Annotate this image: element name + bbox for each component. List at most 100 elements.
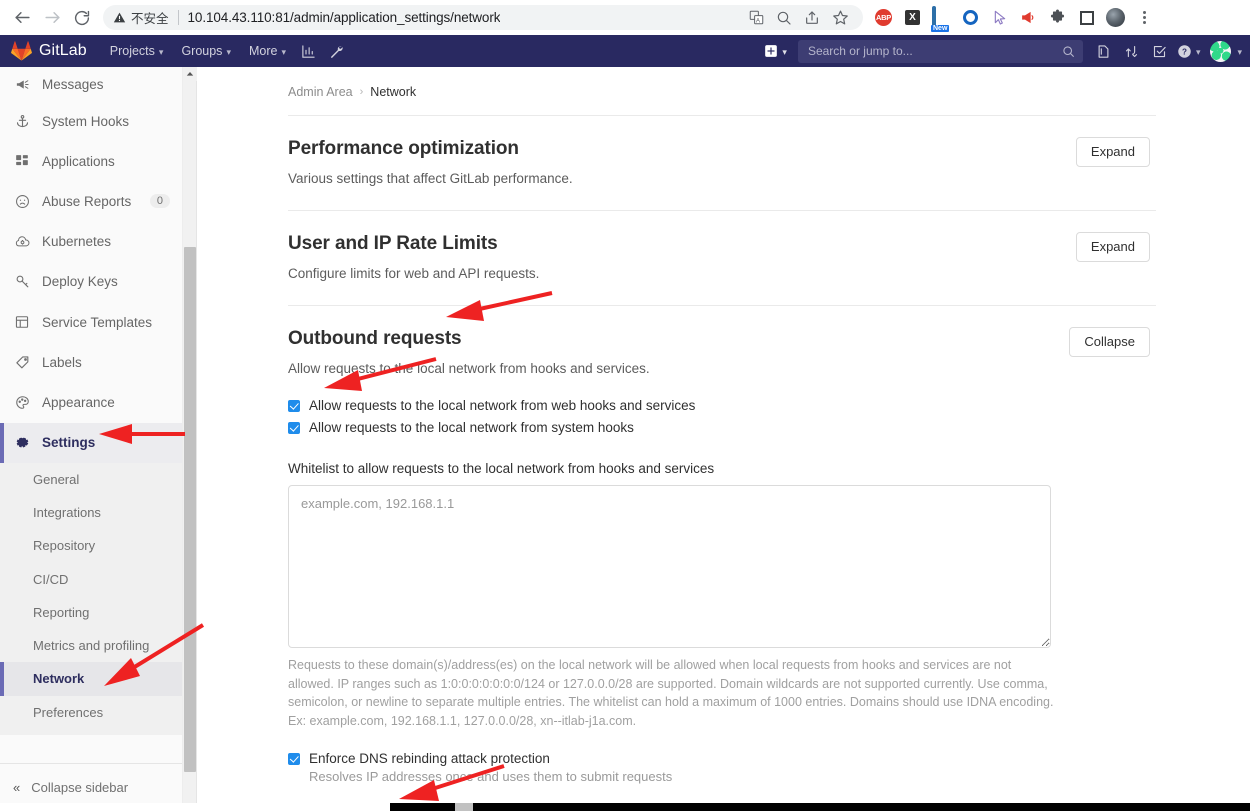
share-icon[interactable] bbox=[799, 5, 825, 31]
search-input[interactable] bbox=[805, 43, 1062, 59]
cursor-extension-icon[interactable] bbox=[985, 3, 1014, 32]
sidepanel-icon[interactable] bbox=[1072, 3, 1101, 32]
section-user-and-ip-rate-limits: User and IP Rate Limits Configure limits… bbox=[288, 211, 1156, 306]
collapse-sidebar-label: Collapse sidebar bbox=[31, 780, 129, 795]
chrome-menu-icon[interactable] bbox=[1130, 3, 1159, 32]
opera-extension-icon[interactable] bbox=[956, 3, 985, 32]
sidebar-item-label: Kubernetes bbox=[42, 234, 112, 250]
forward-arrow-icon[interactable] bbox=[37, 3, 67, 33]
sidebar-subitem-metrics-and-profiling[interactable]: Metrics and profiling bbox=[0, 629, 196, 662]
expand-user-and-ip-rate-limits-button[interactable]: Expand bbox=[1075, 232, 1150, 263]
chevron-down-icon: ▾ bbox=[226, 46, 231, 57]
sidebar-scrollbar[interactable] bbox=[182, 67, 197, 811]
sidebar-item-deploy-keys[interactable]: Deploy Keys bbox=[0, 262, 196, 302]
gitlab-brand-text: GitLab bbox=[39, 42, 87, 59]
translate-icon[interactable]: A bbox=[743, 5, 769, 31]
horizontal-scrollbar-thumb[interactable] bbox=[455, 803, 473, 811]
help-icon[interactable]: ? bbox=[1174, 35, 1196, 67]
sidebar-item-label: Applications bbox=[42, 153, 115, 169]
scroll-up-arrow-icon[interactable] bbox=[183, 67, 197, 81]
x-extension-icon[interactable]: X bbox=[898, 3, 927, 32]
merge-requests-icon[interactable] bbox=[1118, 35, 1146, 67]
user-avatar[interactable] bbox=[1210, 40, 1232, 62]
sidebar-item-applications[interactable]: Applications bbox=[0, 141, 196, 181]
sidebar-item-messages[interactable]: Messages bbox=[0, 67, 196, 101]
sidebar-subitem-general[interactable]: General bbox=[0, 463, 196, 496]
sidebar-item-abuse-reports[interactable]: Abuse Reports 0 bbox=[0, 181, 196, 221]
checkbox-row-dns-rebinding[interactable]: Enforce DNS rebinding attack protection bbox=[288, 749, 1156, 768]
sidebar-item-label: Deploy Keys bbox=[42, 274, 118, 290]
whitelist-textarea[interactable] bbox=[288, 485, 1051, 648]
bookmark-star-icon[interactable] bbox=[827, 5, 853, 31]
admin-sidebar: Messages System Hooks Applications Abuse… bbox=[0, 67, 197, 811]
svg-text:?: ? bbox=[1182, 47, 1187, 56]
expand-performance-optimization-button[interactable]: Expand bbox=[1075, 137, 1150, 168]
nav-groups[interactable]: Groups ▾ bbox=[172, 35, 240, 67]
allow-system-hooks-checkbox[interactable] bbox=[288, 421, 300, 434]
sidebar-scrollbar-thumb[interactable] bbox=[184, 247, 196, 772]
megaphone-icon bbox=[14, 76, 30, 92]
megaphone-extension-icon[interactable] bbox=[1014, 3, 1043, 32]
sidebar-subitem-integrations[interactable]: Integrations bbox=[0, 496, 196, 529]
gitlab-logo-icon bbox=[11, 41, 32, 61]
help-chevron-down-icon[interactable]: ▾ bbox=[1196, 47, 1201, 58]
admin-wrench-icon[interactable] bbox=[323, 35, 351, 67]
sidebar-item-appearance[interactable]: Appearance bbox=[0, 382, 196, 422]
checkbox-row-system-hooks[interactable]: Allow requests to the local network from… bbox=[288, 418, 1156, 437]
breadcrumb-separator: › bbox=[359, 86, 364, 98]
chevron-down-icon: ▾ bbox=[158, 46, 164, 57]
sidebar-item-labels[interactable]: Labels bbox=[0, 342, 196, 382]
puzzle-extensions-icon[interactable] bbox=[1043, 3, 1072, 32]
sidebar-item-label: Service Templates bbox=[42, 314, 153, 330]
security-warning[interactable]: 不安全 bbox=[113, 8, 169, 27]
sidebar-item-kubernetes[interactable]: Kubernetes bbox=[0, 222, 196, 262]
back-arrow-icon[interactable] bbox=[7, 3, 37, 33]
chevron-down-icon: ▾ bbox=[281, 46, 286, 57]
allow-system-hooks-label: Allow requests to the local network from… bbox=[309, 420, 634, 435]
whitelist-help-text: Requests to these domain(s)/address(es) … bbox=[288, 658, 1054, 728]
snipaste-extension-icon[interactable]: New bbox=[927, 3, 956, 32]
sidebar-subitem-preferences[interactable]: Preferences bbox=[0, 696, 196, 729]
extensions-toolbar: ABP X New bbox=[869, 3, 1161, 32]
adblock-plus-extension-icon[interactable]: ABP bbox=[869, 3, 898, 32]
profile-avatar[interactable] bbox=[1101, 3, 1130, 32]
breadcrumb-current: Network bbox=[370, 85, 417, 99]
search-icon bbox=[1063, 45, 1074, 57]
collapse-outbound-requests-button[interactable]: Collapse bbox=[1069, 327, 1150, 358]
enforce-dns-rebinding-checkbox[interactable] bbox=[288, 752, 300, 765]
create-new-button[interactable]: ▾ bbox=[756, 44, 795, 58]
security-label: 不安全 bbox=[131, 12, 169, 26]
warning-triangle-icon bbox=[113, 12, 126, 23]
sidebar-item-settings[interactable]: Settings bbox=[0, 422, 196, 463]
user-chevron-down-icon[interactable]: ▾ bbox=[1237, 47, 1242, 58]
sidebar-subitem-reporting[interactable]: Reporting bbox=[0, 596, 196, 629]
applications-grid-icon bbox=[14, 153, 30, 169]
analytics-icon[interactable] bbox=[295, 35, 323, 67]
nav-more[interactable]: More ▾ bbox=[240, 35, 295, 67]
allow-web-hooks-label: Allow requests to the local network from… bbox=[309, 398, 696, 413]
reload-icon[interactable] bbox=[67, 3, 97, 33]
search-box[interactable] bbox=[797, 39, 1083, 63]
label-tag-icon bbox=[14, 354, 30, 370]
enforce-dns-rebinding-label: Enforce DNS rebinding attack protection bbox=[309, 751, 550, 766]
breadcrumb-admin-area[interactable]: Admin Area bbox=[288, 85, 353, 99]
checkbox-row-web-hooks[interactable]: Allow requests to the local network from… bbox=[288, 396, 1156, 415]
nav-projects[interactable]: Projects ▾ bbox=[101, 35, 173, 67]
gitlab-navbar: GitLab Projects ▾ Groups ▾ More ▾ ▾ Sear… bbox=[0, 35, 1250, 67]
allow-web-hooks-checkbox[interactable] bbox=[288, 399, 300, 412]
gear-icon bbox=[14, 435, 30, 451]
issues-icon[interactable] bbox=[1090, 35, 1118, 67]
sidebar-subitem-network[interactable]: Network bbox=[0, 662, 196, 697]
sidebar-subitem-cicd[interactable]: CI/CD bbox=[0, 563, 196, 596]
plus-square-icon bbox=[765, 45, 778, 57]
sidebar-item-service-templates[interactable]: Service Templates bbox=[0, 302, 196, 342]
sidebar-subitem-repository[interactable]: Repository bbox=[0, 529, 196, 562]
address-bar[interactable]: 不安全 10.104.43.110:81/admin/application_s… bbox=[103, 5, 863, 30]
zoom-out-icon[interactable] bbox=[771, 5, 797, 31]
bottom-black-strip bbox=[0, 803, 1250, 811]
section-outbound-requests: Outbound requests Allow requests to the … bbox=[288, 306, 1156, 811]
gitlab-logo-link[interactable]: GitLab bbox=[11, 41, 87, 61]
todos-icon[interactable] bbox=[1146, 35, 1174, 67]
sidebar-item-system-hooks[interactable]: System Hooks bbox=[0, 101, 196, 141]
section-title: Performance optimization bbox=[288, 138, 519, 159]
